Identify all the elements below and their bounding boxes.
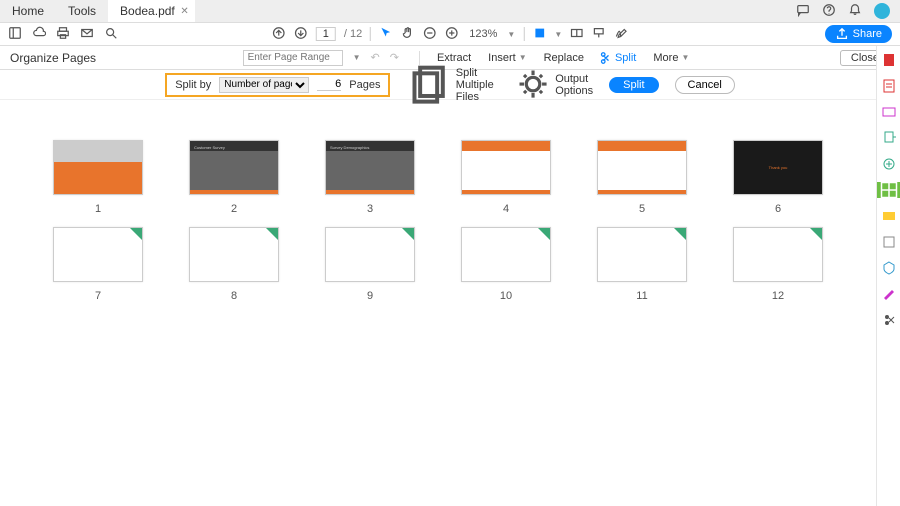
close-tab-icon[interactable]: ✕ (180, 6, 188, 17)
more-button[interactable]: More▼ (646, 52, 693, 64)
split-value-input[interactable] (317, 78, 341, 91)
mode-title: Organize Pages (10, 51, 96, 65)
page-thumb[interactable]: 1 (45, 140, 151, 215)
page-thumb[interactable]: 10 (453, 227, 559, 302)
split-unit-label: Pages (349, 79, 380, 91)
page-thumb[interactable]: 8 (181, 227, 287, 302)
share-label: Share (853, 28, 882, 40)
split-method-select[interactable]: Number of pages (219, 77, 309, 93)
page-thumb[interactable]: 9 (317, 227, 423, 302)
hand-icon[interactable] (401, 26, 415, 43)
thumbnail-area: 1 Customer Survey2 Survey Demographics3 … (0, 100, 876, 506)
rail-icon[interactable] (881, 156, 897, 172)
zoom-value[interactable]: 123% (469, 28, 497, 40)
rail-icon[interactable] (881, 286, 897, 302)
cloud-icon[interactable] (32, 26, 46, 43)
print-icon[interactable] (56, 26, 70, 43)
annotate-icon[interactable] (592, 26, 606, 43)
tab-document[interactable]: Bodea.pdf ✕ (108, 0, 195, 22)
zoom-in-icon[interactable] (445, 26, 459, 43)
split-by-box: Split by Number of pages Pages (165, 73, 390, 97)
split-by-label: Split by (175, 79, 211, 91)
output-options-button[interactable]: Output Options (515, 66, 593, 102)
page-thumb[interactable]: 7 (45, 227, 151, 302)
rail-organize-active[interactable] (877, 182, 900, 198)
zoom-out-icon[interactable] (423, 26, 437, 43)
tab-tools[interactable]: Tools (56, 0, 108, 22)
split-tool-button[interactable]: Split (594, 51, 640, 65)
chevron-down-icon[interactable]: ▼ (353, 53, 361, 62)
tab-home[interactable]: Home (0, 0, 56, 22)
fit-width-icon[interactable] (532, 26, 546, 43)
page-thumb[interactable]: 4 (453, 140, 559, 215)
read-mode-icon[interactable] (570, 26, 584, 43)
sign-icon[interactable] (614, 26, 628, 43)
prev-page-icon[interactable] (272, 26, 286, 43)
replace-button[interactable]: Replace (537, 52, 588, 64)
sidebar-icon[interactable] (8, 26, 22, 43)
page-thumb[interactable]: Customer Survey2 (181, 140, 287, 215)
rail-icon[interactable] (881, 260, 897, 276)
page-thumb[interactable]: Survey Demographics3 (317, 140, 423, 215)
chevron-down-icon[interactable]: ▼ (554, 30, 562, 39)
rotate-right-icon[interactable]: ↷ (390, 51, 399, 64)
page-range-input[interactable] (243, 50, 343, 66)
avatar[interactable] (874, 3, 890, 19)
page-current[interactable]: 1 (316, 27, 336, 41)
help-icon[interactable] (822, 3, 836, 20)
split-button[interactable]: Split (609, 77, 658, 93)
page-thumb[interactable]: 12 (725, 227, 831, 302)
rail-icon[interactable] (881, 130, 897, 146)
rail-icon[interactable] (881, 78, 897, 94)
rail-icon[interactable] (881, 52, 897, 68)
rail-icon[interactable] (881, 208, 897, 224)
tab-document-label: Bodea.pdf (120, 4, 175, 18)
right-rail (876, 46, 900, 506)
page-thumb[interactable]: 11 (589, 227, 695, 302)
chat-icon[interactable] (796, 3, 810, 20)
page-thumb[interactable]: Thank you6 (725, 140, 831, 215)
chevron-down-icon[interactable]: ▼ (507, 30, 515, 39)
rail-icon[interactable] (881, 312, 897, 328)
pointer-icon[interactable] (379, 26, 393, 43)
rail-icon[interactable] (881, 104, 897, 120)
page-total: / 12 (344, 28, 362, 40)
page-thumb[interactable]: 5 (589, 140, 695, 215)
search-icon[interactable] (104, 26, 118, 43)
mail-icon[interactable] (80, 26, 94, 43)
rotate-left-icon[interactable]: ↶ (371, 51, 380, 64)
bell-icon[interactable] (848, 3, 862, 20)
share-button[interactable]: Share (825, 25, 892, 43)
cancel-button[interactable]: Cancel (675, 76, 735, 94)
next-page-icon[interactable] (294, 26, 308, 43)
rail-icon[interactable] (881, 234, 897, 250)
